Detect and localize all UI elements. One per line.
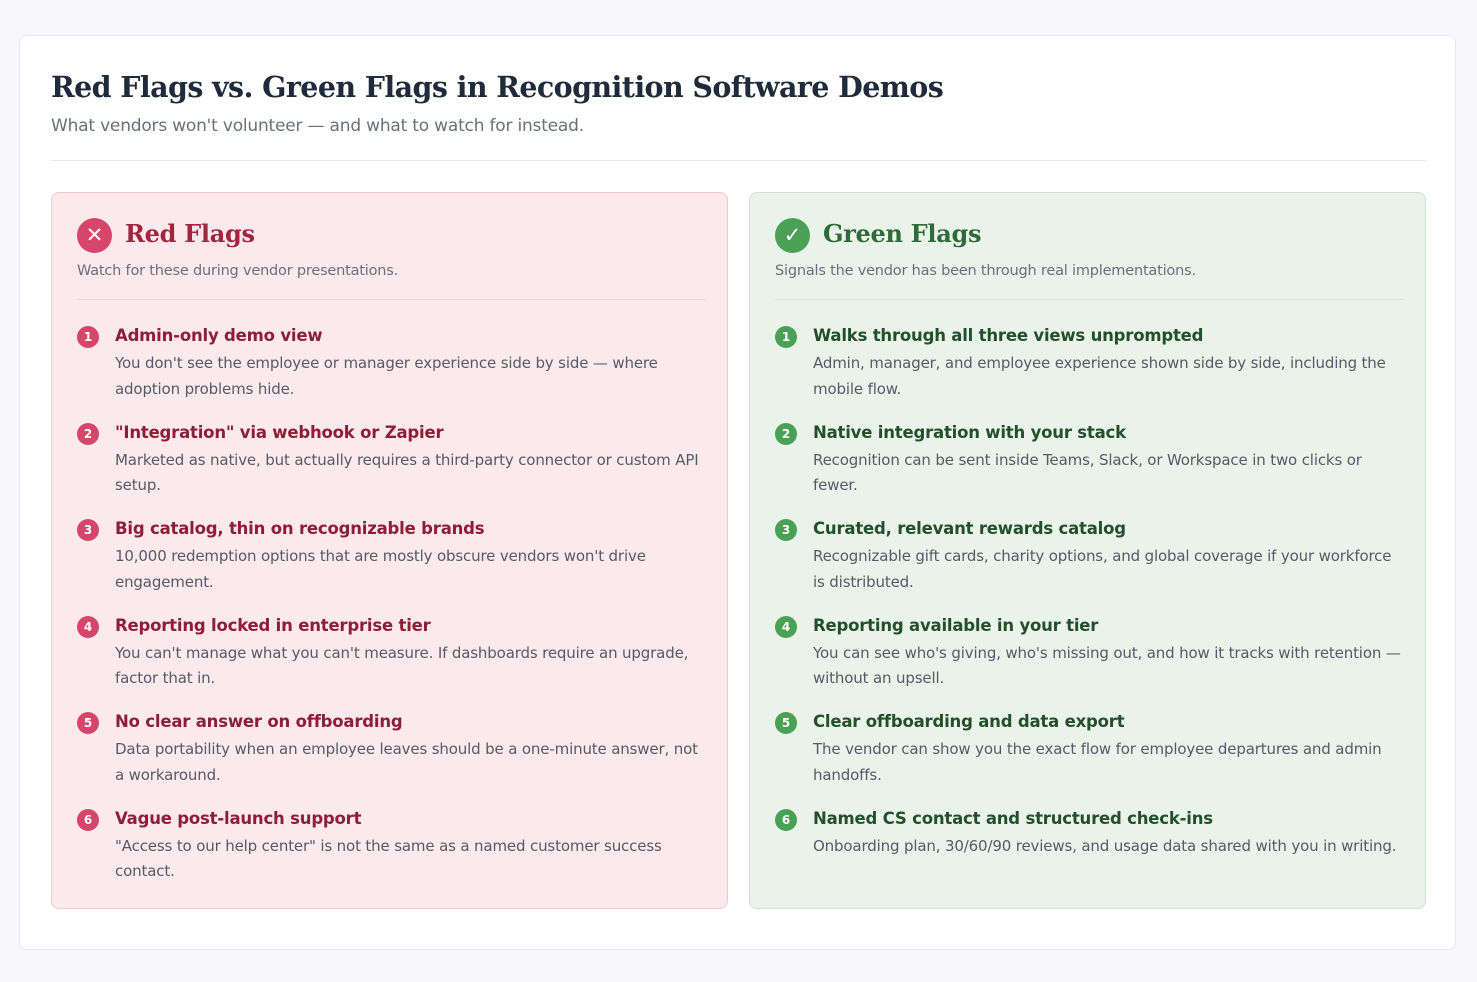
flag-title: "Integration" via webhook or Zapier	[115, 422, 444, 442]
flag-description: Data portability when an employee leaves…	[115, 740, 698, 784]
flag-number-badge: 4	[77, 615, 99, 638]
check-icon: ✓	[775, 218, 810, 253]
flag-item: 3 Curated, relevant rewards catalog Reco…	[775, 517, 1403, 614]
flag-title: Reporting locked in enterprise tier	[115, 615, 431, 635]
flag-description: Recognition can be sent inside Teams, Sl…	[813, 450, 1362, 495]
flag-description: Marketed as native, but actually require…	[115, 450, 699, 495]
green-flags-panel: ✓ Green Flags Signals the vendor has bee…	[749, 192, 1426, 909]
flag-description: Admin, manager, and employee experience …	[813, 354, 1386, 398]
flag-number-badge: 2	[775, 422, 797, 445]
content-card: Red Flags vs. Green Flags in Recognition…	[19, 35, 1456, 950]
green-flags-title: Green Flags	[823, 219, 982, 248]
flag-item: 1 Walks through all three views unprompt…	[775, 324, 1403, 421]
flag-description: You can't manage what you can't measure.…	[115, 643, 689, 688]
flag-description: You can see who's giving, who's missing …	[813, 643, 1401, 688]
red-flags-list: 1 Admin-only demo view You don't see the…	[77, 324, 705, 903]
red-flags-panel: ✕ Red Flags Watch for these during vendo…	[51, 192, 728, 909]
flag-title: Walks through all three views unprompted	[813, 326, 1204, 345]
flag-number-badge: 2	[77, 422, 99, 445]
flag-number-badge: 3	[775, 519, 797, 541]
green-flags-divider	[775, 299, 1403, 300]
flag-description: Recognizable gift cards, charity options…	[813, 547, 1392, 591]
flag-item: 1 Admin-only demo view You don't see the…	[77, 324, 705, 421]
flag-title: Clear offboarding and data export	[813, 712, 1125, 731]
red-flags-divider	[77, 299, 705, 300]
flag-number-badge: 1	[77, 326, 99, 348]
flag-title: Admin-only demo view	[115, 326, 323, 345]
flag-title: Named CS contact and structured check-in…	[813, 808, 1213, 828]
red-flags-title: Red Flags	[125, 219, 255, 248]
red-flags-description: Watch for these during vendor presentati…	[77, 263, 399, 279]
flag-description: The vendor can show you the exact flow f…	[813, 740, 1382, 784]
x-icon: ✕	[77, 218, 112, 253]
flag-number-badge: 3	[77, 519, 99, 541]
flag-title: Curated, relevant rewards catalog	[813, 519, 1126, 538]
flag-number-badge: 6	[775, 808, 797, 831]
flag-item: 4 Reporting available in your tier You c…	[775, 614, 1403, 711]
flag-item: 6 Vague post-launch support "Access to o…	[77, 807, 705, 904]
green-flags-list: 1 Walks through all three views unprompt…	[775, 324, 1403, 878]
flag-item: 2 Native integration with your stack Rec…	[775, 421, 1403, 518]
flag-title: Native integration with your stack	[813, 422, 1126, 442]
flag-number-badge: 5	[77, 712, 99, 734]
page-title: Red Flags vs. Green Flags in Recognition…	[51, 70, 944, 104]
flag-number-badge: 5	[775, 712, 797, 734]
flag-item: 6 Named CS contact and structured check-…	[775, 807, 1403, 878]
green-flags-description: Signals the vendor has been through real…	[775, 263, 1196, 279]
flag-item: 3 Big catalog, thin on recognizable bran…	[77, 517, 705, 614]
flag-item: 4 Reporting locked in enterprise tier Yo…	[77, 614, 705, 711]
flag-description: 10,000 redemption options that are mostl…	[115, 547, 646, 591]
flag-title: Reporting available in your tier	[813, 615, 1099, 635]
flag-title: Vague post-launch support	[115, 808, 362, 828]
flag-title: No clear answer on offboarding	[115, 712, 403, 731]
flag-item: 2 "Integration" via webhook or Zapier Ma…	[77, 421, 705, 518]
flag-number-badge: 1	[775, 326, 797, 348]
page-subtitle: What vendors won't volunteer — and what …	[51, 116, 584, 136]
flag-number-badge: 6	[77, 808, 99, 831]
flag-description: "Access to our help center" is not the s…	[115, 836, 662, 881]
flag-description: You don't see the employee or manager ex…	[115, 354, 658, 398]
header-divider	[51, 160, 1426, 161]
flag-item: 5 Clear offboarding and data export The …	[775, 710, 1403, 807]
flag-title: Big catalog, thin on recognizable brands	[115, 519, 485, 538]
flag-description: Onboarding plan, 30/60/90 reviews, and u…	[813, 836, 1397, 855]
flag-item: 5 No clear answer on offboarding Data po…	[77, 710, 705, 807]
flag-number-badge: 4	[775, 615, 797, 638]
